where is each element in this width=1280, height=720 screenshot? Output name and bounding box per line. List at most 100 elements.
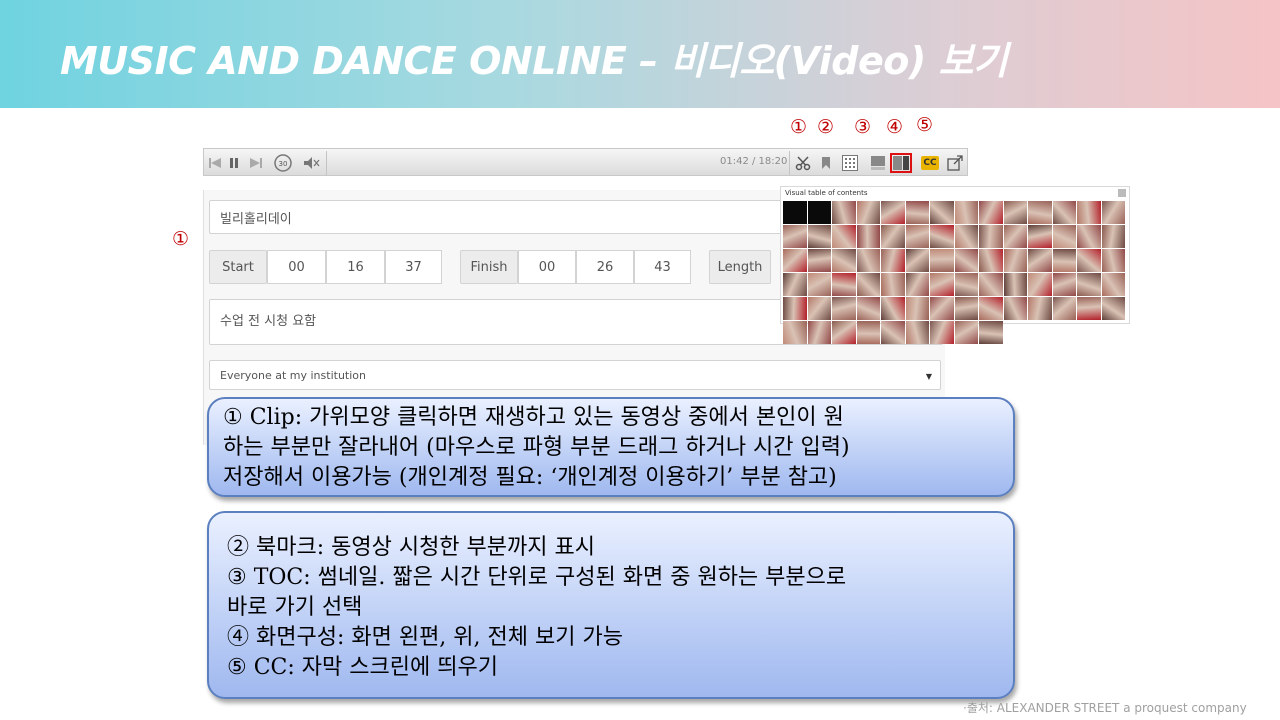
toc-thumbnail[interactable] bbox=[1101, 201, 1125, 224]
toc-thumbnail[interactable] bbox=[1052, 225, 1076, 248]
toc-thumbnail[interactable] bbox=[1052, 297, 1076, 320]
toc-thumbnail[interactable] bbox=[783, 225, 807, 248]
toc-thumbnail[interactable] bbox=[783, 201, 807, 224]
toc-thumbnail[interactable] bbox=[1028, 249, 1052, 272]
toc-thumbnail[interactable] bbox=[905, 225, 929, 248]
mute-icon[interactable] bbox=[302, 153, 322, 173]
toc-thumbnail[interactable] bbox=[783, 273, 807, 296]
toc-thumbnail[interactable] bbox=[979, 249, 1003, 272]
toc-thumbnail[interactable] bbox=[1003, 273, 1027, 296]
toc-thumbnail[interactable] bbox=[905, 321, 929, 344]
toc-thumbnail[interactable] bbox=[930, 321, 954, 344]
toc-thumbnail[interactable] bbox=[1077, 297, 1101, 320]
next-icon[interactable] bbox=[248, 153, 264, 173]
toc-thumbnail[interactable] bbox=[1003, 297, 1027, 320]
toc-thumbnail[interactable] bbox=[832, 249, 856, 272]
toc-thumbnail[interactable] bbox=[1101, 249, 1125, 272]
toc-thumbnail[interactable] bbox=[881, 201, 905, 224]
toc-thumbnail[interactable] bbox=[1101, 225, 1125, 248]
bookmark-icon[interactable] bbox=[819, 153, 833, 173]
layout-left-icon[interactable] bbox=[890, 153, 912, 173]
toc-thumbnail[interactable] bbox=[807, 297, 831, 320]
toc-thumbnail[interactable] bbox=[1077, 201, 1101, 224]
toc-thumbnail[interactable] bbox=[1003, 225, 1027, 248]
toc-grid-icon[interactable] bbox=[840, 153, 860, 173]
toc-thumbnail[interactable] bbox=[783, 297, 807, 320]
toc-thumbnail[interactable] bbox=[807, 225, 831, 248]
toc-thumbnail[interactable] bbox=[1028, 297, 1052, 320]
toc-thumbnail[interactable] bbox=[832, 225, 856, 248]
pause-icon[interactable] bbox=[226, 153, 242, 173]
toc-thumbnail[interactable] bbox=[954, 249, 978, 272]
toc-thumbnail[interactable] bbox=[1028, 201, 1052, 224]
toc-thumbnail[interactable] bbox=[1077, 273, 1101, 296]
toc-thumbnail[interactable] bbox=[954, 321, 978, 344]
toc-thumbnail[interactable] bbox=[856, 297, 880, 320]
toc-thumbnail[interactable] bbox=[856, 225, 880, 248]
toc-thumbnail[interactable] bbox=[881, 321, 905, 344]
toc-thumbnail[interactable] bbox=[832, 297, 856, 320]
toc-thumbnail[interactable] bbox=[856, 249, 880, 272]
toc-thumbnail[interactable] bbox=[979, 273, 1003, 296]
toc-thumbnail[interactable] bbox=[930, 297, 954, 320]
toc-thumbnail[interactable] bbox=[1101, 273, 1125, 296]
toc-thumbnail[interactable] bbox=[930, 225, 954, 248]
toc-thumbnail[interactable] bbox=[979, 225, 1003, 248]
toc-thumbnail[interactable] bbox=[832, 201, 856, 224]
finish-seconds-input[interactable]: 43 bbox=[634, 250, 691, 284]
finish-minutes-input[interactable]: 26 bbox=[576, 250, 634, 284]
toc-thumbnail[interactable] bbox=[905, 249, 929, 272]
previous-icon[interactable] bbox=[208, 153, 222, 173]
toc-thumbnail[interactable] bbox=[1028, 225, 1052, 248]
share-select[interactable]: Everyone at my institution ▼ bbox=[209, 360, 941, 390]
toc-thumbnail[interactable] bbox=[832, 321, 856, 344]
toc-thumbnail[interactable] bbox=[1052, 201, 1076, 224]
closed-caption-button[interactable]: CC bbox=[919, 153, 941, 173]
toc-thumbnail[interactable] bbox=[856, 273, 880, 296]
toc-thumbnail[interactable] bbox=[1003, 249, 1027, 272]
toc-thumbnail[interactable] bbox=[881, 249, 905, 272]
start-seconds-input[interactable]: 37 bbox=[385, 250, 442, 284]
toc-thumbnail[interactable] bbox=[930, 201, 954, 224]
toc-thumbnail[interactable] bbox=[881, 225, 905, 248]
toc-thumbnail[interactable] bbox=[807, 273, 831, 296]
toc-thumbnail[interactable] bbox=[783, 249, 807, 272]
toc-thumbnail[interactable] bbox=[881, 273, 905, 296]
toc-thumbnail[interactable] bbox=[905, 297, 929, 320]
toc-thumbnail[interactable] bbox=[807, 201, 831, 224]
toc-thumbnail[interactable] bbox=[954, 225, 978, 248]
finish-hours-input[interactable]: 00 bbox=[518, 250, 576, 284]
start-minutes-input[interactable]: 16 bbox=[326, 250, 385, 284]
toc-thumbnail[interactable] bbox=[979, 297, 1003, 320]
toc-thumbnail[interactable] bbox=[1077, 249, 1101, 272]
toc-thumbnail[interactable] bbox=[979, 321, 1003, 344]
toc-thumbnail[interactable] bbox=[905, 273, 929, 296]
toc-thumbnail[interactable] bbox=[807, 249, 831, 272]
toc-thumbnail[interactable] bbox=[881, 297, 905, 320]
toc-thumbnail[interactable] bbox=[930, 273, 954, 296]
toc-thumbnail[interactable] bbox=[930, 249, 954, 272]
clip-scissors-icon[interactable] bbox=[793, 153, 813, 173]
toc-thumbnail[interactable] bbox=[1052, 249, 1076, 272]
toc-thumbnail[interactable] bbox=[954, 201, 978, 224]
toc-thumbnail[interactable] bbox=[954, 273, 978, 296]
toc-thumbnail[interactable] bbox=[807, 321, 831, 344]
toc-thumbnail[interactable] bbox=[832, 273, 856, 296]
rewind-30-icon[interactable]: 30 bbox=[272, 153, 294, 173]
toc-thumbnail[interactable] bbox=[783, 321, 807, 344]
toc-thumbnail[interactable] bbox=[954, 297, 978, 320]
toc-thumbnail[interactable] bbox=[1052, 273, 1076, 296]
fullscreen-icon[interactable] bbox=[945, 153, 965, 173]
start-hours-input[interactable]: 00 bbox=[267, 250, 326, 284]
toc-thumbnail[interactable] bbox=[1003, 201, 1027, 224]
toc-thumbnail[interactable] bbox=[1028, 273, 1052, 296]
toc-thumbnail[interactable] bbox=[1101, 297, 1125, 320]
toc-thumbnail[interactable] bbox=[905, 201, 929, 224]
toc-thumbnail[interactable] bbox=[856, 201, 880, 224]
toc-thumbnail[interactable] bbox=[979, 201, 1003, 224]
toc-thumbnail[interactable] bbox=[856, 321, 880, 344]
toc-thumbnail[interactable] bbox=[1077, 225, 1101, 248]
close-icon[interactable] bbox=[1118, 189, 1126, 197]
clip-title-input[interactable]: 빌리홀리데이 bbox=[209, 200, 784, 234]
layout-top-icon[interactable] bbox=[869, 153, 887, 173]
